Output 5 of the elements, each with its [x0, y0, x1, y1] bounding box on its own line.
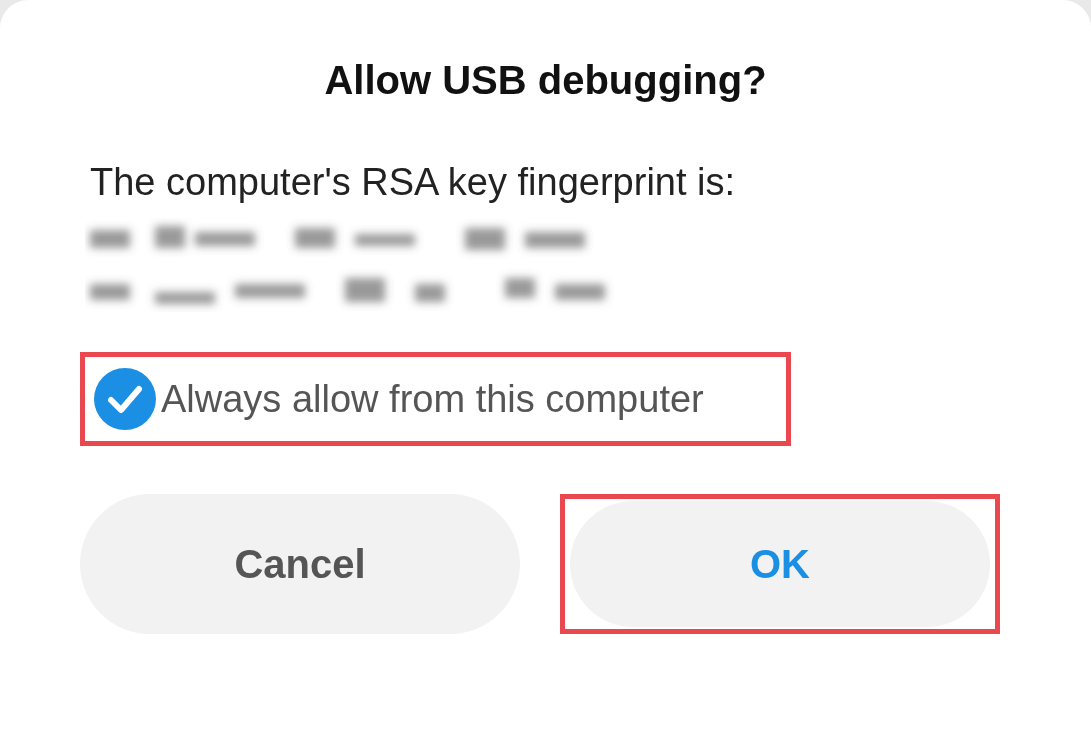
cancel-button[interactable]: Cancel: [80, 494, 520, 634]
checkbox[interactable]: [93, 367, 157, 431]
checkbox-label: Always allow from this computer: [161, 377, 704, 421]
message-text: The computer's RSA key fingerprint is:: [89, 161, 737, 204]
dialog-title: Allow USB debugging?: [323, 58, 768, 103]
